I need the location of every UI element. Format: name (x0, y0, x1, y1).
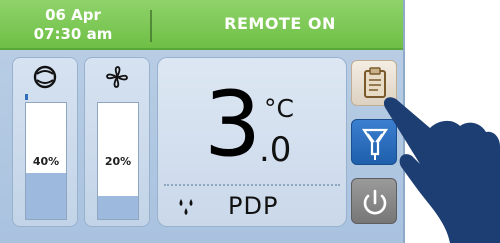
pointing-hand-icon (383, 97, 500, 243)
